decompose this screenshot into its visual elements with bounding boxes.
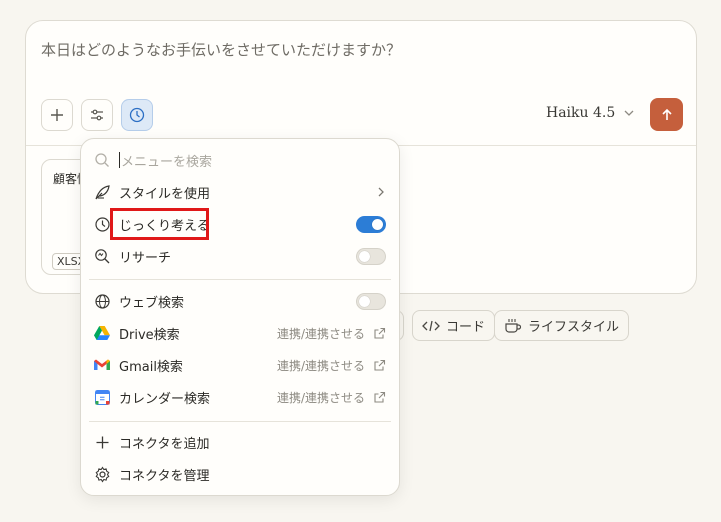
- web-search-toggle[interactable]: [356, 292, 386, 310]
- research-toggle[interactable]: [356, 247, 386, 265]
- plus-icon: [93, 433, 111, 451]
- highlight-box: [110, 208, 209, 240]
- menu-search[interactable]: メニューを検索: [81, 145, 399, 175]
- research-icon: [93, 247, 111, 265]
- quill-icon: [93, 183, 111, 201]
- menu-divider: [89, 279, 391, 280]
- arrow-up-icon: [661, 108, 672, 120]
- clock-icon: [129, 107, 145, 123]
- google-calendar-icon: [93, 388, 111, 406]
- menu-item-manage-connectors[interactable]: コネクタを管理: [81, 459, 399, 489]
- external-link-icon: [374, 359, 386, 371]
- globe-icon: [93, 292, 111, 310]
- text-caret: [119, 152, 120, 168]
- extended-thinking-button[interactable]: [121, 99, 153, 131]
- menu-item-label: Drive検索: [119, 327, 180, 343]
- menu-item-calendar-search[interactable]: カレンダー検索 連携/連携させる: [81, 382, 399, 412]
- menu-item-label: Gmail検索: [119, 359, 183, 375]
- add-button[interactable]: [41, 99, 73, 131]
- send-button[interactable]: [650, 98, 683, 131]
- menu-search-input[interactable]: メニューを検索: [121, 151, 212, 170]
- menu-item-label: コネクタを追加: [119, 436, 210, 452]
- clock-icon: [93, 215, 111, 233]
- model-label: Haiku 4.5: [546, 105, 616, 121]
- chevron-down-icon: [624, 110, 634, 116]
- code-icon: [422, 320, 440, 331]
- gear-icon: [93, 465, 111, 483]
- chip-code[interactable]: コード: [412, 310, 496, 341]
- menu-divider: [89, 421, 391, 422]
- external-link-icon: [374, 327, 386, 339]
- connect-link[interactable]: 連携/連携させる: [277, 389, 365, 406]
- prompt-input[interactable]: 本日はどのようなお手伝いをさせていただけますか？: [41, 39, 401, 60]
- sliders-icon: [91, 109, 103, 121]
- chevron-right-icon: [378, 187, 384, 197]
- tools-button[interactable]: [81, 99, 113, 131]
- search-icon: [93, 151, 111, 169]
- menu-item-label: スタイルを使用: [119, 186, 211, 202]
- menu-item-research[interactable]: リサーチ: [81, 241, 399, 271]
- gmail-icon: [93, 356, 111, 374]
- menu-item-gmail-search[interactable]: Gmail検索 連携/連携させる: [81, 350, 399, 380]
- connect-link[interactable]: 連携/連携させる: [277, 325, 365, 342]
- plus-icon: [51, 109, 63, 121]
- external-link-icon: [374, 391, 386, 403]
- chip-lifestyle[interactable]: ライフスタイル: [494, 310, 630, 341]
- menu-item-label: リサーチ: [119, 250, 172, 266]
- menu-item-style[interactable]: スタイルを使用: [81, 177, 399, 207]
- menu-item-add-connector[interactable]: コネクタを追加: [81, 427, 399, 457]
- chip-label: ライフスタイル: [528, 320, 620, 335]
- menu-item-label: コネクタを管理: [119, 468, 210, 484]
- google-drive-icon: [93, 324, 111, 342]
- connect-link[interactable]: 連携/連携させる: [277, 357, 365, 374]
- chip-label: コード: [446, 320, 486, 335]
- menu-item-drive-search[interactable]: Drive検索 連携/連携させる: [81, 318, 399, 348]
- model-selector[interactable]: Haiku 4.5: [546, 105, 635, 121]
- thinking-toggle[interactable]: [356, 215, 386, 233]
- menu-item-label: ウェブ検索: [119, 295, 185, 311]
- menu-item-web-search[interactable]: ウェブ検索: [81, 286, 399, 316]
- coffee-icon: [505, 318, 522, 333]
- tools-menu: メニューを検索 スタイルを使用 じっくり考える リサーチ ウェブ検索 Drive…: [80, 138, 400, 496]
- menu-item-label: カレンダー検索: [119, 391, 211, 407]
